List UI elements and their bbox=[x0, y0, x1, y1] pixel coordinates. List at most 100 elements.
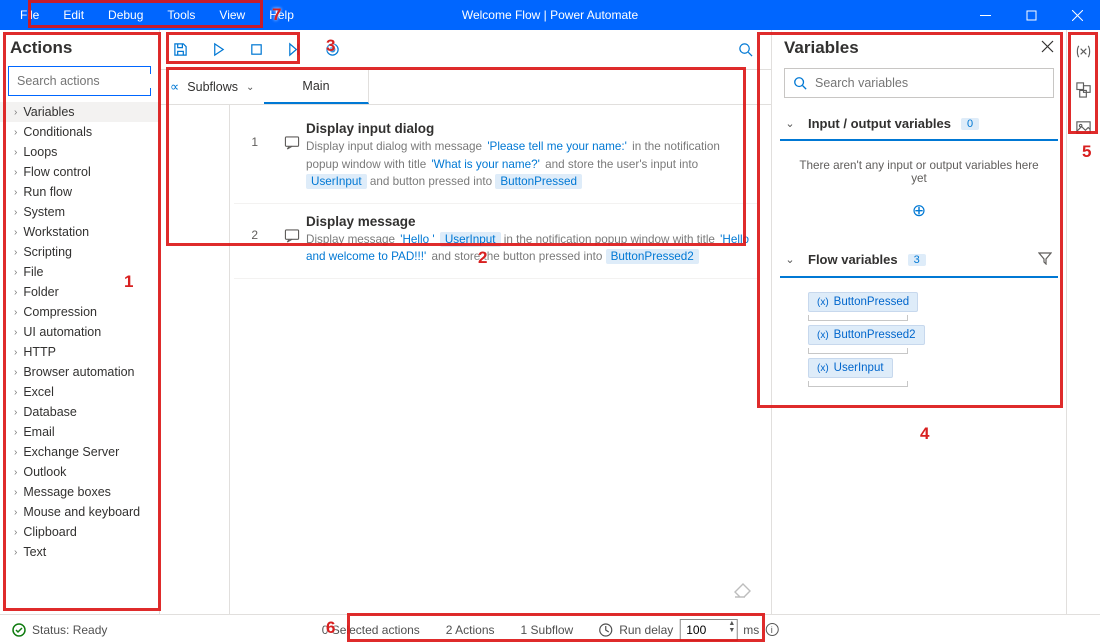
annotation-number-4: 4 bbox=[920, 424, 929, 444]
spinner-icon[interactable]: ▲▼ bbox=[728, 620, 735, 634]
chevron-right-icon: › bbox=[14, 207, 17, 218]
variables-title: Variables bbox=[784, 38, 1041, 58]
variable-chip[interactable]: (x)UserInput bbox=[808, 358, 893, 378]
action-category[interactable]: ›Scripting bbox=[0, 242, 159, 262]
action-category[interactable]: ›Excel bbox=[0, 382, 159, 402]
step-description: Display message 'Hello ' UserInput in th… bbox=[306, 231, 753, 266]
action-category[interactable]: ›Folder bbox=[0, 282, 159, 302]
variables-rail-button[interactable] bbox=[1073, 40, 1095, 62]
action-category[interactable]: ›Flow control bbox=[0, 162, 159, 182]
annotation-number-6: 6 bbox=[326, 618, 335, 638]
action-category-label: Message boxes bbox=[23, 485, 111, 499]
action-category[interactable]: › Exchange Server bbox=[0, 442, 159, 462]
filter-icon[interactable] bbox=[1038, 251, 1052, 268]
close-icon[interactable] bbox=[1041, 40, 1054, 56]
variables-search[interactable] bbox=[784, 68, 1054, 98]
action-category[interactable]: ›HTTP bbox=[0, 342, 159, 362]
run-delay-unit: ms bbox=[743, 623, 759, 637]
variable-chip[interactable]: (x)ButtonPressed2 bbox=[808, 325, 925, 345]
search-icon bbox=[793, 76, 807, 90]
step-row[interactable]: 1 Display input dialog Display input dia… bbox=[234, 111, 757, 204]
variable-value-box bbox=[808, 381, 908, 387]
action-category[interactable]: ›Conditionals bbox=[0, 122, 159, 142]
step-row[interactable]: 2 Display message Display message 'Hello… bbox=[234, 204, 757, 279]
action-category[interactable]: ›Database bbox=[0, 402, 159, 422]
dialog-icon bbox=[284, 121, 306, 153]
chevron-right-icon: › bbox=[14, 227, 17, 238]
close-button[interactable] bbox=[1054, 0, 1100, 30]
chevron-right-icon: › bbox=[14, 507, 17, 518]
subflow-tabs: ∝ Subflows ⌄ Main bbox=[160, 70, 771, 105]
menu-bar: File Edit Debug Tools View Help bbox=[8, 2, 306, 28]
chevron-down-icon: ⌄ bbox=[782, 253, 798, 266]
subflows-label: Subflows bbox=[187, 80, 238, 94]
maximize-button[interactable] bbox=[1008, 0, 1054, 30]
action-category[interactable]: ›Loops bbox=[0, 142, 159, 162]
menu-debug[interactable]: Debug bbox=[96, 2, 155, 28]
action-category[interactable]: ›Mouse and keyboard bbox=[0, 502, 159, 522]
clock-icon bbox=[599, 623, 613, 637]
images-rail-button[interactable] bbox=[1073, 116, 1095, 138]
action-category-label: Database bbox=[23, 405, 77, 419]
action-category[interactable]: ›Compression bbox=[0, 302, 159, 322]
chevron-right-icon: › bbox=[14, 287, 17, 298]
action-category-label: Outlook bbox=[23, 465, 66, 479]
right-rail bbox=[1066, 30, 1100, 614]
action-category[interactable]: ›File bbox=[0, 262, 159, 282]
action-category-label: Exchange Server bbox=[23, 445, 119, 459]
actions-search-input[interactable] bbox=[17, 74, 178, 88]
save-button[interactable] bbox=[170, 40, 190, 60]
menu-help[interactable]: Help bbox=[257, 2, 306, 28]
actions-title: Actions bbox=[0, 30, 159, 64]
action-category[interactable]: ›System bbox=[0, 202, 159, 222]
actions-search[interactable] bbox=[8, 66, 151, 96]
action-category[interactable]: ›Outlook bbox=[0, 462, 159, 482]
flow-variables-header[interactable]: ⌄ Flow variables 3 bbox=[780, 243, 1058, 278]
minimize-button[interactable] bbox=[962, 0, 1008, 30]
add-variable-button[interactable]: ⊕ bbox=[780, 195, 1058, 235]
action-category[interactable]: ›UI automation bbox=[0, 322, 159, 342]
io-variables-count: 0 bbox=[961, 118, 979, 130]
action-category[interactable]: ›Clipboard bbox=[0, 522, 159, 542]
action-category[interactable]: ›Email bbox=[0, 422, 159, 442]
variables-search-input[interactable] bbox=[815, 76, 1045, 90]
step-title: Display input dialog bbox=[306, 121, 753, 136]
stop-button[interactable] bbox=[246, 40, 266, 60]
status-selected: 0 Selected actions bbox=[322, 623, 420, 637]
ui-elements-rail-button[interactable] bbox=[1073, 78, 1095, 100]
action-category[interactable]: ›Run flow bbox=[0, 182, 159, 202]
run-button[interactable] bbox=[208, 40, 228, 60]
action-category[interactable]: ›Message boxes bbox=[0, 482, 159, 502]
designer-canvas[interactable]: 1 Display input dialog Display input dia… bbox=[230, 105, 771, 614]
subflows-dropdown[interactable]: ∝ Subflows ⌄ bbox=[160, 70, 264, 104]
step-number: 2 bbox=[234, 214, 284, 242]
action-category-label: UI automation bbox=[23, 325, 101, 339]
chevron-right-icon: › bbox=[14, 367, 17, 378]
action-category[interactable]: ›Workstation bbox=[0, 222, 159, 242]
variable-icon: (x) bbox=[817, 297, 829, 308]
action-category[interactable]: ›Browser automation bbox=[0, 362, 159, 382]
action-category[interactable]: ›Text bbox=[0, 542, 159, 562]
chevron-right-icon: › bbox=[14, 427, 17, 438]
action-category[interactable]: ›Variables bbox=[0, 102, 159, 122]
menu-file[interactable]: File bbox=[8, 2, 51, 28]
io-variables-header[interactable]: ⌄ Input / output variables 0 bbox=[780, 108, 1058, 141]
step-button[interactable] bbox=[284, 40, 304, 60]
chevron-down-icon: ⌄ bbox=[782, 117, 798, 130]
designer-gutter bbox=[160, 105, 230, 614]
tab-main[interactable]: Main bbox=[264, 70, 368, 104]
status-bar: Status: Ready 0 Selected actions 2 Actio… bbox=[0, 614, 1100, 644]
action-category-label: Excel bbox=[23, 385, 54, 399]
chevron-right-icon: › bbox=[14, 167, 17, 178]
variable-name: UserInput bbox=[834, 362, 884, 374]
menu-tools[interactable]: Tools bbox=[155, 2, 207, 28]
search-icon[interactable] bbox=[735, 40, 755, 60]
chevron-right-icon: › bbox=[14, 267, 17, 278]
menu-edit[interactable]: Edit bbox=[51, 2, 96, 28]
annotation-number-1: 1 bbox=[124, 272, 133, 292]
chevron-right-icon: › bbox=[14, 447, 17, 458]
status-ok-icon bbox=[12, 623, 26, 637]
info-icon[interactable]: i bbox=[765, 623, 778, 636]
menu-view[interactable]: View bbox=[207, 2, 257, 28]
variable-chip[interactable]: (x)ButtonPressed bbox=[808, 292, 918, 312]
